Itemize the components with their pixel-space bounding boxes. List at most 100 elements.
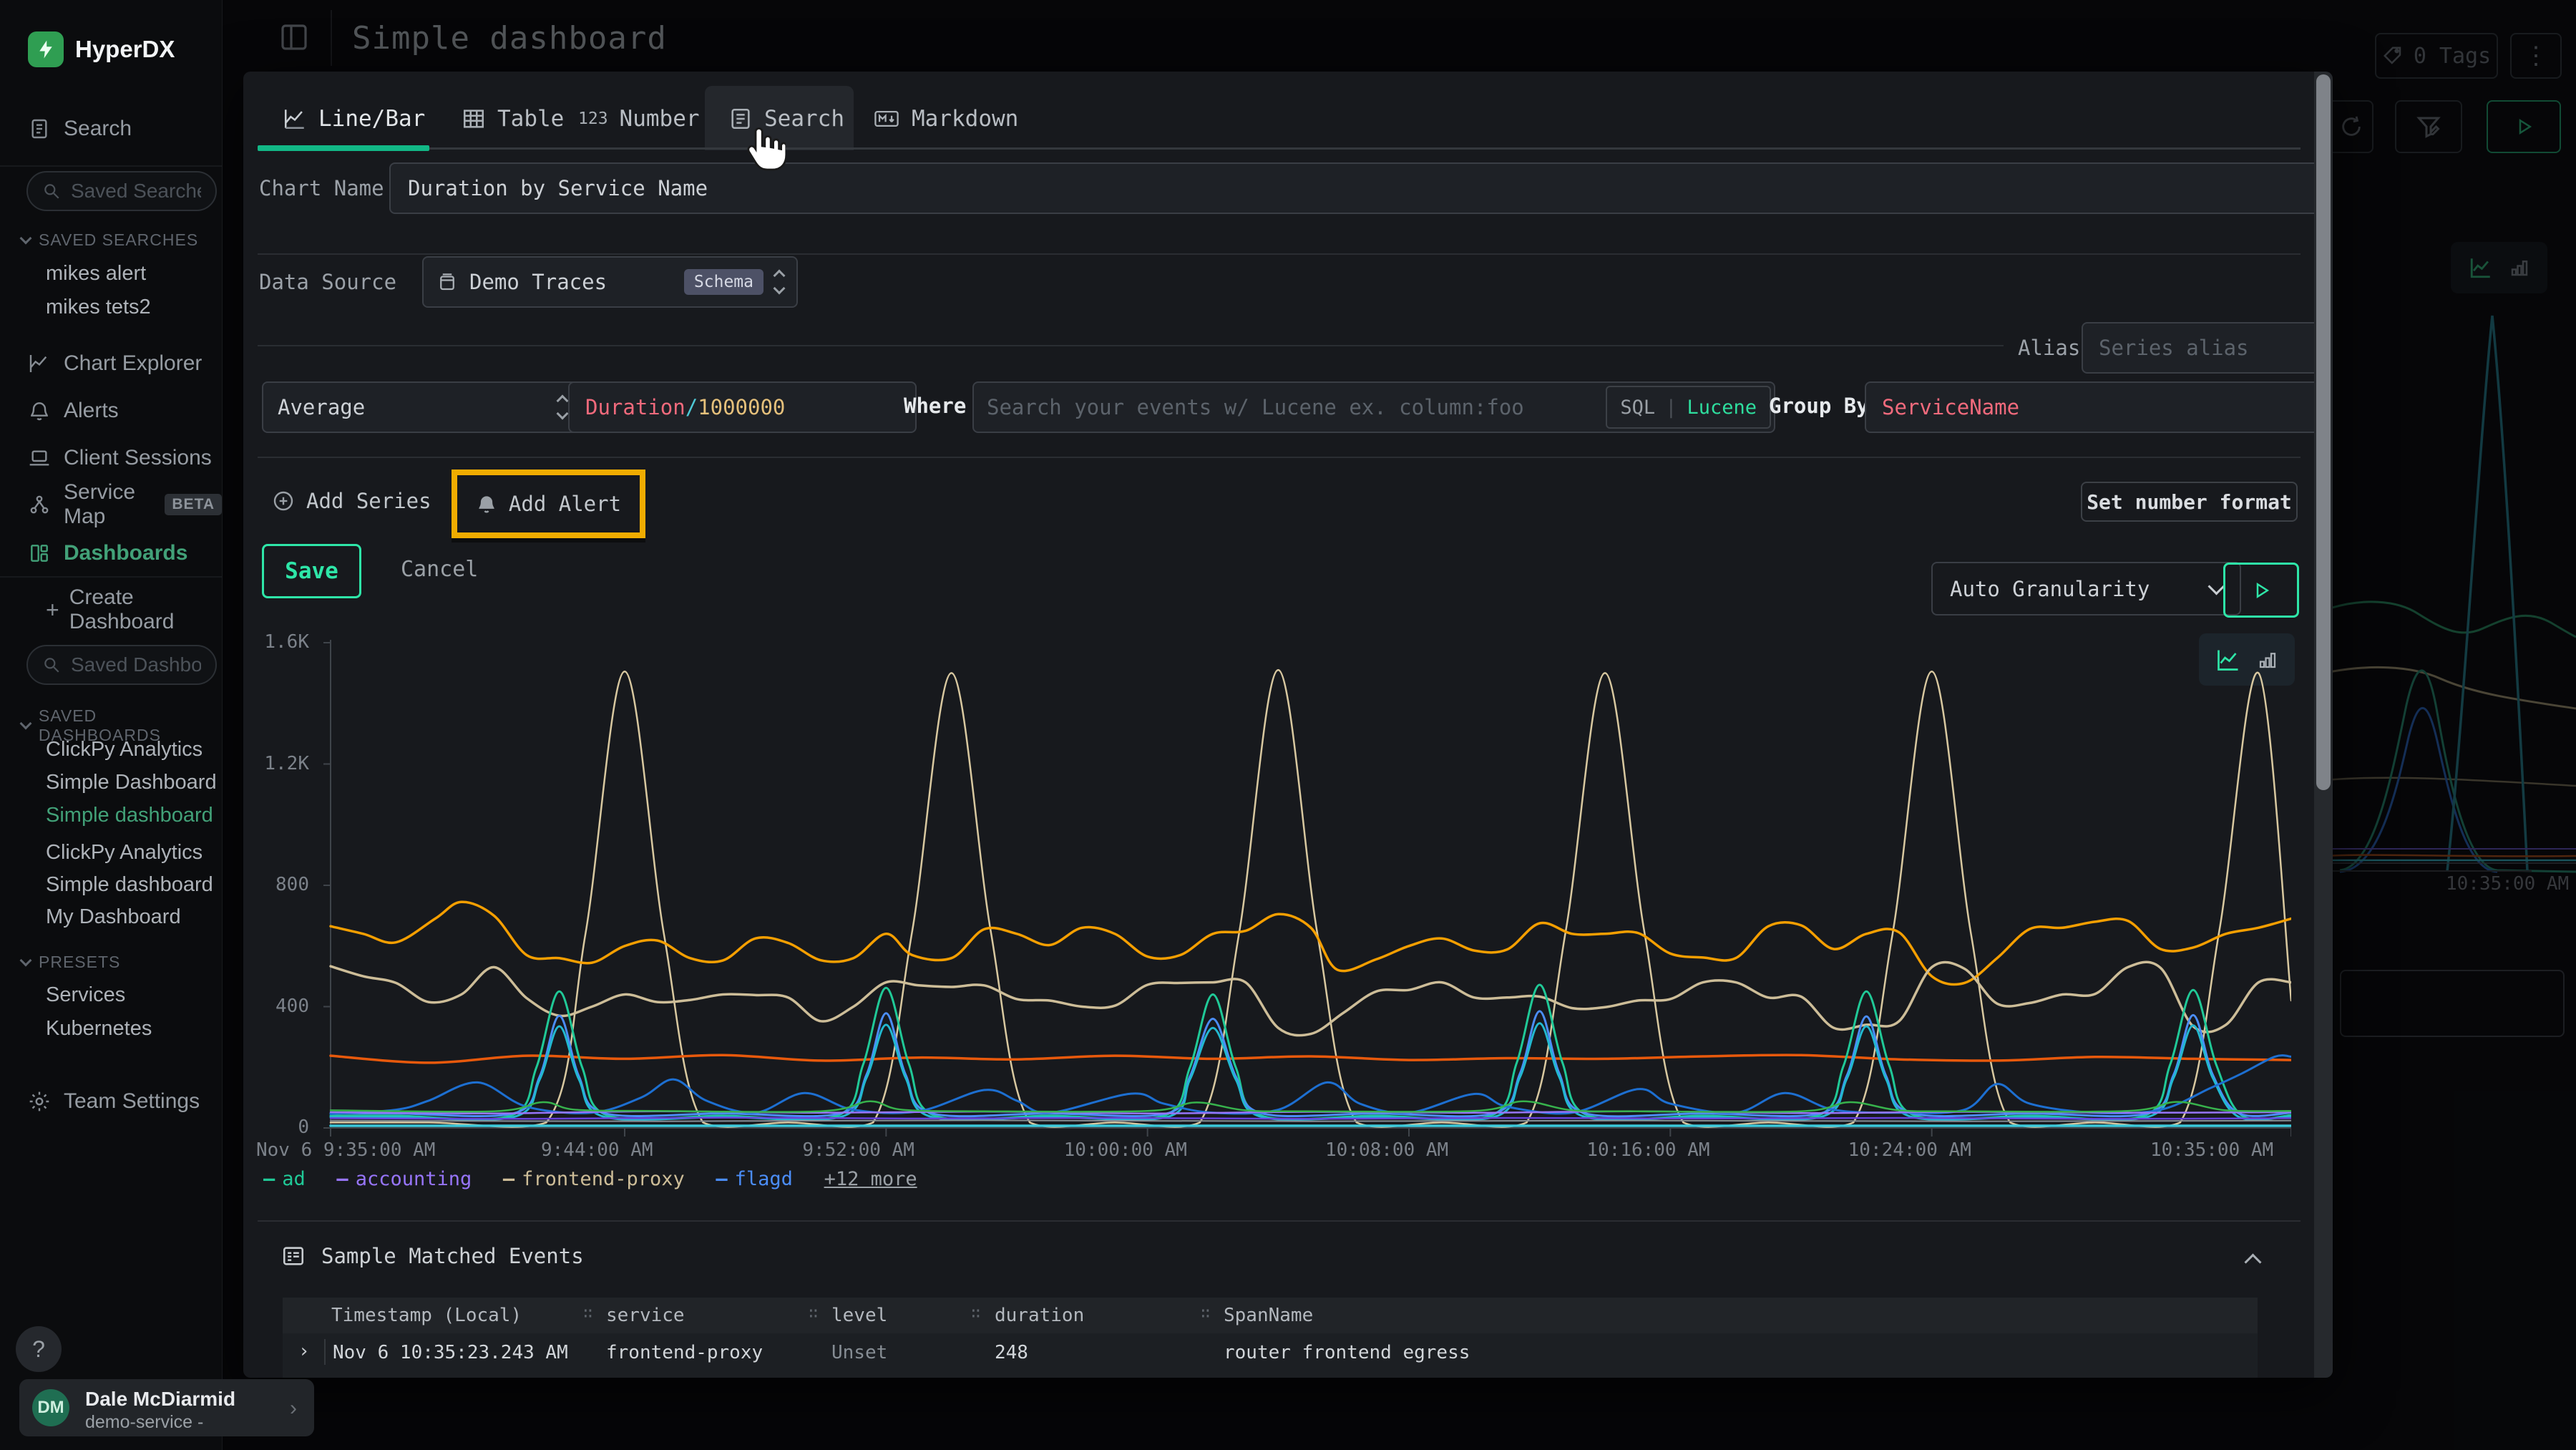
where-label: Where <box>904 394 966 418</box>
cell-spanname: router frontend egress <box>1224 1342 1470 1363</box>
markdown-icon <box>873 107 900 131</box>
column-header[interactable]: level <box>831 1305 887 1326</box>
query-language-toggle[interactable]: SQL | Lucene <box>1606 386 1771 429</box>
saved-dashboard-item[interactable]: My Dashboard <box>46 905 181 929</box>
create-dashboard-button[interactable]: + Create Dashboard <box>46 593 222 627</box>
hyperdx-logo-icon <box>28 31 64 67</box>
sidebar-item-service-map[interactable]: Service Map BETA <box>28 487 222 522</box>
legend-item[interactable]: —frontend-proxy <box>503 1168 685 1190</box>
tab-table[interactable]: Table <box>462 92 564 146</box>
events-row-partial[interactable]: › Nov 6 10:35:23.243 AM frontend-proxy U… <box>283 1372 2258 1378</box>
sidebar-divider <box>0 165 222 167</box>
brand[interactable]: HyperDX <box>28 31 175 67</box>
legend-more[interactable]: +12 more <box>824 1168 917 1190</box>
drag-handle-icon[interactable]: ∷ <box>583 1305 591 1323</box>
events-row[interactable]: › Nov 6 10:35:23.243 AM frontend-proxy U… <box>283 1333 2258 1373</box>
user-card[interactable]: DM Dale McDiarmid demo-service - › <box>19 1379 314 1436</box>
legend-item[interactable]: —flagd <box>716 1168 793 1190</box>
sidebar-item-alerts[interactable]: Alerts <box>28 394 119 428</box>
saved-searches-placeholder: Saved Searches <box>71 180 201 203</box>
add-series-label: Add Series <box>306 489 431 513</box>
where-search-input[interactable]: Search your events w/ Lucene ex. column:… <box>972 381 1775 433</box>
saved-search-item[interactable]: mikes alert <box>46 262 146 286</box>
legend-label: ad <box>282 1168 306 1190</box>
row-expand-icon[interactable]: › <box>298 1376 310 1378</box>
granularity-select[interactable]: Auto Granularity <box>1931 562 2241 615</box>
data-source-select[interactable]: Demo Traces Schema <box>422 256 798 308</box>
bell-icon <box>28 399 51 422</box>
sidebar-item-client-sessions[interactable]: Client Sessions <box>28 441 212 475</box>
saved-searches-input[interactable]: Saved Searches <box>26 171 217 211</box>
set-number-format-button[interactable]: Set number format <box>2081 482 2298 522</box>
legend-item[interactable]: —accounting <box>336 1168 472 1190</box>
aggregation-select[interactable]: Average <box>262 381 582 433</box>
tab-number[interactable]: 123 Number <box>578 92 700 146</box>
saved-dashboard-item-active[interactable]: Simple dashboard <box>46 804 213 827</box>
column-header[interactable]: service <box>606 1305 685 1326</box>
data-source-value: Demo Traces <box>469 270 673 294</box>
gear-icon <box>28 1090 51 1113</box>
presets-header[interactable]: PRESETS <box>21 953 120 972</box>
column-header[interactable]: Timestamp (Local) <box>331 1305 522 1326</box>
tab-line-bar[interactable]: Line/Bar <box>283 92 425 146</box>
legend-item[interactable]: —ad <box>263 1168 306 1190</box>
sidebar-item-chart-explorer[interactable]: Chart Explorer <box>28 346 202 381</box>
saved-dashboard-item[interactable]: ClickPy Analytics <box>46 841 203 865</box>
run-chart-button[interactable] <box>2223 563 2299 618</box>
saved-dashboard-item[interactable]: Simple Dashboard <box>46 771 217 794</box>
group-by-input[interactable]: ServiceName <box>1865 381 2328 433</box>
row-divider <box>324 1339 326 1365</box>
column-header[interactable]: duration <box>995 1305 1084 1326</box>
column-header[interactable]: SpanName <box>1224 1305 1313 1326</box>
chart-name-input[interactable]: Duration by Service Name <box>389 162 2333 214</box>
dashboards-icon <box>28 542 51 565</box>
duration-chart[interactable] <box>322 637 2291 1138</box>
sample-events-title: Sample Matched Events <box>321 1244 584 1268</box>
saved-dashboard-item[interactable]: Simple dashboard <box>46 873 213 897</box>
sql-option[interactable]: SQL <box>1620 396 1655 419</box>
set-number-format-label: Set number format <box>2087 490 2292 514</box>
chart-explorer-icon <box>28 352 51 375</box>
cell-duration: 248 <box>995 1342 1028 1363</box>
drag-handle-icon[interactable]: ∷ <box>809 1305 816 1323</box>
add-alert-button[interactable]: Add Alert <box>457 475 640 532</box>
saved-search-item[interactable]: mikes tets2 <box>46 296 151 319</box>
tab-markdown[interactable]: Markdown <box>873 92 1018 146</box>
preset-item[interactable]: Kubernetes <box>46 1017 152 1041</box>
x-axis-label: 9:44:00 AM <box>541 1139 653 1161</box>
avatar: DM <box>32 1389 69 1426</box>
sidebar-item-team-settings[interactable]: Team Settings <box>28 1084 200 1119</box>
y-axis-label: 800 <box>243 874 309 895</box>
collapse-chevron-icon[interactable] <box>2244 1253 2261 1270</box>
add-series-button[interactable]: Add Series <box>272 484 431 518</box>
lucene-option[interactable]: Lucene <box>1687 396 1757 419</box>
saved-dashboard-item[interactable]: ClickPy Analytics <box>46 738 203 762</box>
number-123-icon: 123 <box>578 110 608 128</box>
tab-label: Markdown <box>912 106 1018 132</box>
legend-swatch: — <box>716 1168 727 1190</box>
preset-item[interactable]: Services <box>46 983 125 1007</box>
modal-scrollbar[interactable] <box>2314 72 2333 1378</box>
scrollbar-thumb[interactable] <box>2316 74 2331 790</box>
save-button[interactable]: Save <box>262 544 361 598</box>
chart-name-label: Chart Name <box>259 176 384 200</box>
x-axis-label: 10:24:00 AM <box>1848 1139 1971 1161</box>
drag-handle-icon[interactable]: ∷ <box>971 1305 979 1323</box>
sidebar-item-label: Dashboards <box>64 541 187 565</box>
cancel-button[interactable]: Cancel <box>401 557 478 582</box>
sidebar-item-dashboards[interactable]: Dashboards <box>28 536 187 570</box>
row-expand-icon[interactable]: › <box>298 1340 310 1362</box>
sidebar-item-search[interactable]: Search <box>28 112 132 146</box>
table-icon <box>462 107 486 131</box>
tab-label: Line/Bar <box>318 106 425 132</box>
alias-input[interactable]: Series alias <box>2082 322 2330 374</box>
select-updown-icon <box>558 396 567 418</box>
help-button[interactable]: ? <box>16 1326 62 1372</box>
saved-dashboards-input[interactable]: Saved Dashboards <box>26 645 217 685</box>
alias-placeholder: Series alias <box>2099 336 2249 360</box>
field-expression-input[interactable]: Duration/1000000 <box>568 381 917 433</box>
sample-events-header[interactable]: Sample Matched Events <box>281 1244 584 1268</box>
saved-searches-header[interactable]: SAVED SEARCHES <box>21 230 198 250</box>
drag-handle-icon[interactable]: ∷ <box>1201 1305 1209 1323</box>
x-axis-label: 9:52:00 AM <box>802 1139 914 1161</box>
